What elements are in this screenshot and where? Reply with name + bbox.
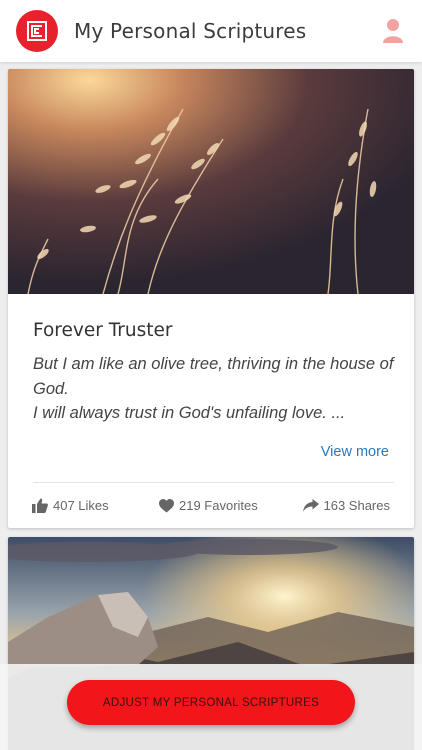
card-text-line-1: But I am like an olive tree, thriving in… [33, 355, 394, 398]
share-arrow-icon [302, 499, 319, 512]
card-image-grass [8, 69, 414, 294]
likes-count: 407 Likes [53, 498, 109, 513]
profile-icon[interactable] [382, 18, 404, 44]
card-text-line-2: I will always trust in God's unfailing l… [33, 404, 346, 422]
logo-icon [27, 21, 47, 41]
app-logo[interactable] [16, 10, 58, 52]
card-title: Forever Truster [33, 320, 173, 341]
card-text: But I am like an olive tree, thriving in… [33, 352, 398, 426]
shares-count: 163 Shares [323, 498, 391, 513]
card-divider [33, 482, 394, 483]
app-bar: My Personal Scriptures [0, 0, 422, 62]
heart-icon [159, 498, 174, 512]
favorites-button[interactable]: 219 Favorites [159, 498, 258, 513]
likes-button[interactable]: 407 Likes [32, 498, 109, 513]
favorites-count: 219 Favorites [179, 498, 258, 513]
thumbs-up-icon [32, 498, 48, 513]
app-title: My Personal Scriptures [74, 19, 307, 43]
view-more-link[interactable]: View more [321, 444, 389, 460]
scripture-card[interactable]: Forever Truster But I am like an olive t… [8, 69, 414, 528]
shares-button[interactable]: 163 Shares [302, 498, 391, 513]
adjust-scriptures-button[interactable]: ADJUST MY PERSONAL SCRIPTURES [67, 680, 355, 725]
